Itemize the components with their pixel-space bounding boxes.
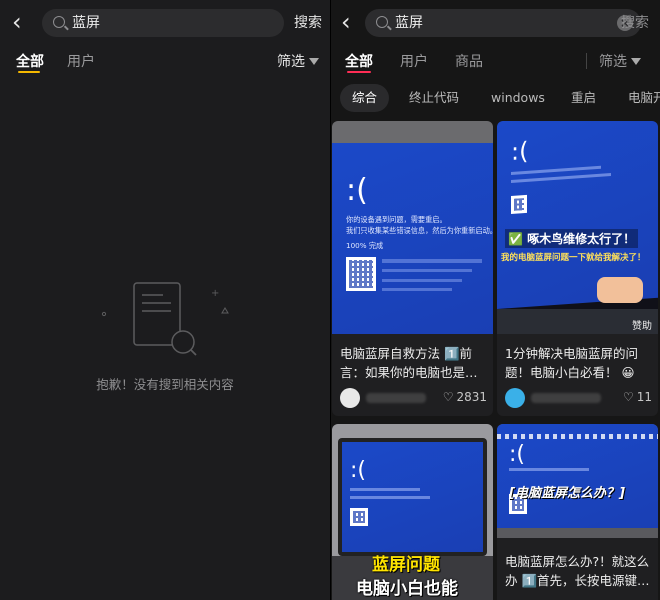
filter-icon	[631, 57, 641, 65]
tab-users[interactable]: 用户	[67, 51, 95, 71]
filter-label: 筛选	[599, 54, 627, 70]
search-query: 蓝屏	[72, 15, 100, 31]
blue-screen-image: :(	[497, 424, 658, 528]
like-count[interactable]: ♡ 11	[623, 390, 652, 404]
blue-screen-image: :( 你的设备遇到问题，需要重启。 我们只收集某些错误信息，然后为你重新启动。 …	[332, 143, 493, 334]
chip-windows[interactable]: windows	[491, 84, 545, 112]
card-title: 电脑蓝屏自救方法 1️⃣前言：如果你的电脑也是…	[340, 346, 478, 380]
filter-icon	[309, 57, 319, 65]
search-icon	[376, 16, 388, 28]
search-button[interactable]: 搜索	[294, 9, 322, 37]
card-thumbnail: :( 你的设备遇到问题，需要重启。 我们只收集某些错误信息，然后为你重新启动。 …	[332, 121, 493, 334]
thumbs-up-hand	[597, 277, 643, 303]
tab-products[interactable]: 商品	[455, 51, 483, 71]
card-footer: ♡ 11	[505, 388, 652, 410]
blue-screen-image: :(	[342, 442, 483, 552]
svg-text:+: +	[211, 288, 219, 299]
filter-divider	[586, 53, 587, 69]
ad-overlay-line2: 我的电脑蓝屏问题一下就给我解决了！	[501, 253, 646, 263]
bsod-text-line: 你的设备遇到问题，需要重启。	[346, 215, 447, 224]
avatar	[340, 388, 360, 408]
ad-overlay-line1: ✅ 啄木鸟维修太行了！	[505, 229, 639, 248]
search-icon	[53, 16, 65, 28]
tab-users[interactable]: 用户	[400, 51, 428, 71]
like-count[interactable]: ♡ 2831	[443, 390, 487, 404]
card-title: 1分钟解决电脑蓝屏的问题！电脑小白必看！ 😀	[505, 346, 638, 380]
result-card[interactable]: :( ✅ 啄木鸟维修太行了！ 我的电脑蓝屏问题一下就给我解决了！ 赞助 1分钟解…	[497, 121, 658, 416]
filter-button[interactable]: 筛选	[277, 51, 319, 71]
result-card[interactable]: :( 蓝屏问题 电脑小白也能	[332, 424, 493, 600]
category-chips: 综合 终止代码 windows 重启 电脑开	[331, 84, 660, 114]
thumbnail-headline: [电脑蓝屏怎么办？]	[509, 486, 625, 501]
video-caption-line2: 电脑小白也能	[356, 579, 458, 599]
card-title: 电脑蓝屏怎么办?！就这么办 1️⃣首先，长按电源键…	[505, 554, 650, 588]
heart-icon: ♡	[622, 390, 634, 404]
search-button[interactable]: 搜索	[621, 9, 649, 37]
chip-computer-boot[interactable]: 电脑开	[628, 84, 660, 112]
heart-icon: ♡	[442, 390, 454, 404]
qr-code	[511, 194, 527, 215]
sponsored-badge: 赞助	[632, 321, 652, 332]
tab-all[interactable]: 全部	[16, 51, 44, 71]
avatar	[505, 388, 525, 408]
result-card[interactable]: :( 你的设备遇到问题，需要重启。 我们只收集某些错误信息，然后为你重新启动。 …	[332, 121, 493, 416]
like-count-value: 2831	[456, 390, 487, 404]
card-thumbnail: :( 蓝屏问题 电脑小白也能	[332, 424, 493, 600]
empty-result-message: 抱歉！没有搜到相关内容	[96, 377, 234, 392]
search-input[interactable]: 蓝屏	[42, 9, 284, 37]
active-tab-underline	[18, 71, 40, 73]
tab-all[interactable]: 全部	[345, 51, 373, 71]
qr-code	[350, 508, 368, 526]
chip-general[interactable]: 综合	[340, 84, 390, 112]
card-footer: ♡ 2831	[340, 388, 487, 410]
chip-stop-code[interactable]: 终止代码	[409, 84, 459, 112]
empty-result-illustration: +	[101, 282, 229, 356]
bsod-text-line: 100% 完成	[346, 241, 384, 250]
active-tab-underline	[347, 71, 371, 73]
filter-button[interactable]: 筛选	[599, 51, 641, 71]
like-count-value: 11	[636, 390, 652, 404]
search-input[interactable]: 蓝屏 ×	[365, 9, 641, 37]
left-search-screen: ‹ 蓝屏 搜索 全部 用户 筛选 + 抱歉！没有搜到相关内容	[0, 0, 330, 600]
author-name-blurred	[531, 393, 601, 403]
dotted-line-decoration	[497, 434, 658, 439]
bsod-text-line: 我们只收集某些错误信息，然后为你重新启动。	[346, 226, 493, 235]
filter-label: 筛选	[277, 54, 305, 70]
back-arrow-icon[interactable]: ‹	[12, 8, 36, 36]
chip-restart[interactable]: 重启	[571, 84, 596, 112]
card-thumbnail: :( [电脑蓝屏怎么办？]	[497, 424, 658, 538]
right-search-screen: ‹ 蓝屏 × 搜索 全部 用户 商品 筛选 综合 终止代码 windows 重启…	[331, 0, 660, 600]
back-arrow-icon[interactable]: ‹	[341, 8, 365, 36]
card-thumbnail: :( ✅ 啄木鸟维修太行了！ 我的电脑蓝屏问题一下就给我解决了！ 赞助	[497, 121, 658, 334]
result-card[interactable]: :( [电脑蓝屏怎么办？] 电脑蓝屏怎么办?！就这么办 1️⃣首先，长按电源键…	[497, 424, 658, 600]
video-caption-line1: 蓝屏问题	[372, 555, 440, 575]
author-name-blurred	[366, 393, 426, 403]
qr-code	[346, 257, 376, 291]
search-query: 蓝屏	[395, 15, 423, 31]
